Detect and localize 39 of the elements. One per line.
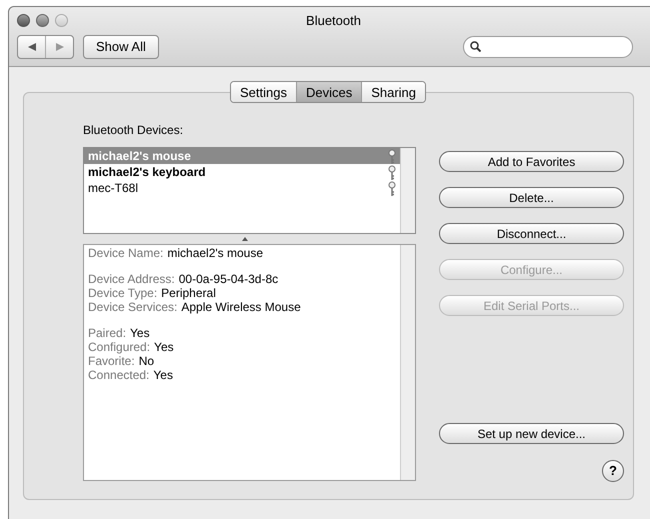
minimize-icon[interactable]: [36, 14, 49, 28]
close-icon[interactable]: [17, 14, 30, 28]
setup-device-button[interactable]: Set up new device...: [439, 423, 624, 444]
device-row[interactable]: michael2's keyboard: [84, 164, 400, 180]
window-title: Bluetooth: [306, 12, 361, 30]
detail-value: Yes: [130, 326, 150, 340]
scrollbar[interactable]: [400, 148, 415, 233]
scrollbar[interactable]: [400, 245, 415, 480]
search-field[interactable]: [462, 36, 633, 58]
devices-label: Bluetooth Devices:: [83, 122, 184, 139]
detail-value: Peripheral: [161, 286, 216, 300]
splitter-icon[interactable]: [242, 237, 248, 241]
detail-label: Device Type:: [88, 286, 158, 300]
action-button[interactable]: Disconnect...: [439, 223, 624, 244]
detail-label: Connected:: [88, 368, 150, 382]
detail-label: Paired:: [88, 326, 126, 340]
back-arrow-icon[interactable]: [28, 42, 36, 50]
detail-value: Yes: [153, 368, 173, 382]
device-row[interactable]: mec-T68l: [84, 180, 400, 196]
detail-label: Device Address:: [88, 272, 175, 286]
help-button[interactable]: ?: [602, 460, 624, 482]
detail-label: Device Name:: [88, 246, 164, 260]
action-button[interactable]: Delete...: [439, 187, 624, 208]
detail-label: Configured:: [88, 340, 150, 354]
detail-value: No: [138, 354, 154, 368]
action-button[interactable]: Add to Favorites: [439, 151, 624, 172]
detail-value: Yes: [154, 340, 174, 354]
detail-label: Favorite:: [88, 354, 135, 368]
tab[interactable]: Settings: [230, 82, 296, 102]
detail-value: 00-0a-95-04-3d-8c: [178, 272, 278, 286]
search-icon: [470, 41, 481, 52]
detail-value: michael2's mouse: [167, 246, 264, 260]
detail-value: Apple Wireless Mouse: [181, 300, 301, 314]
tab[interactable]: Devices: [296, 82, 362, 102]
detail-label: Device Services:: [88, 300, 178, 314]
show-all-button[interactable]: Show All: [83, 34, 159, 58]
back-forward-control[interactable]: [17, 34, 74, 58]
tab[interactable]: Sharing: [361, 82, 426, 102]
forward-arrow-icon[interactable]: [56, 42, 64, 50]
